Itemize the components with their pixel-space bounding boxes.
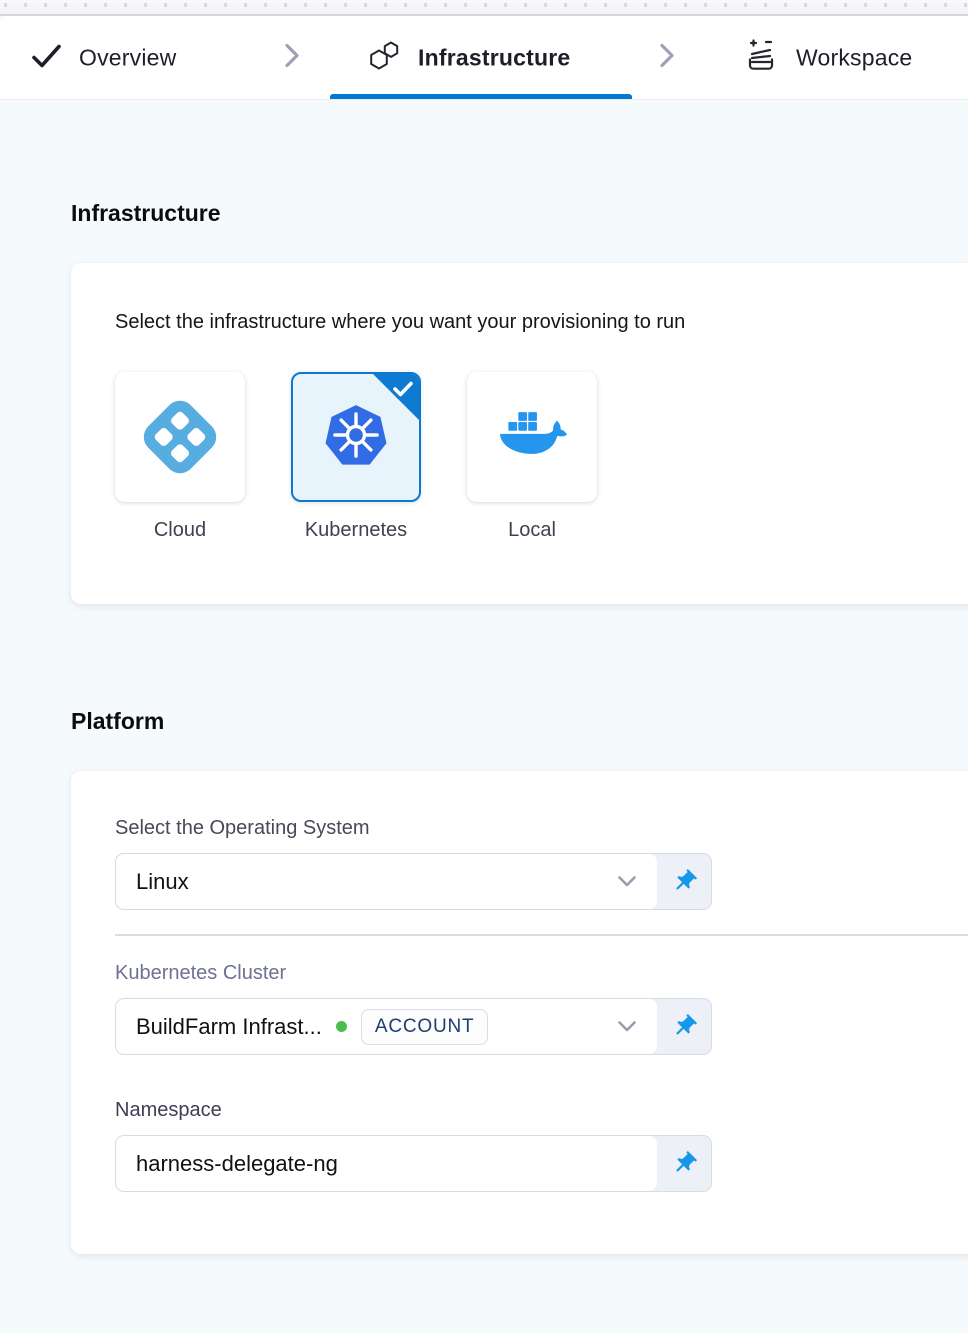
tab-overview-label: Overview <box>79 44 176 71</box>
tab-workspace[interactable]: Workspace <box>742 36 912 79</box>
harness-cloud-icon <box>138 395 223 480</box>
os-select[interactable]: Linux <box>116 854 657 909</box>
tab-infrastructure-label: Infrastructure <box>418 44 570 71</box>
active-tab-underline <box>330 94 632 99</box>
section-divider <box>115 934 968 936</box>
tile-col-kubernetes: Kubernetes <box>291 372 421 542</box>
docker-icon <box>493 407 571 468</box>
infrastructure-card: Select the infrastructure where you want… <box>71 263 968 604</box>
chevron-right-icon <box>656 37 678 78</box>
os-pin-button[interactable] <box>657 854 711 909</box>
tab-infrastructure[interactable]: Infrastructure <box>366 37 570 78</box>
tile-kubernetes-label: Kubernetes <box>305 519 407 542</box>
namespace-field-label: Namespace <box>115 1099 967 1122</box>
stepper-tabbar: Overview Infrastructure <box>0 16 968 100</box>
cluster-field-label: Kubernetes Cluster <box>115 962 967 985</box>
tile-kubernetes[interactable] <box>291 372 421 502</box>
stack-icon <box>742 36 780 79</box>
cluster-pin-button[interactable] <box>657 999 711 1054</box>
check-icon <box>29 38 63 77</box>
hexagons-icon <box>366 37 402 78</box>
namespace-input[interactable] <box>136 1151 637 1177</box>
connector-status-dot <box>336 1021 347 1032</box>
tile-local[interactable] <box>467 372 597 502</box>
os-select-control: Linux <box>115 853 712 910</box>
tile-cloud-label: Cloud <box>154 519 206 542</box>
tile-cloud[interactable] <box>115 372 245 502</box>
chevron-down-icon[interactable] <box>617 875 637 888</box>
tile-col-local: Local <box>467 372 597 542</box>
namespace-input-control <box>115 1135 712 1192</box>
cluster-select-value: BuildFarm Infrast... <box>136 1014 322 1040</box>
platform-heading: Platform <box>71 708 968 735</box>
chevron-right-icon <box>281 37 303 78</box>
tile-col-cloud: Cloud <box>115 372 245 542</box>
os-field-label: Select the Operating System <box>115 817 967 840</box>
scope-badge: ACCOUNT <box>361 1009 489 1045</box>
selected-check-icon <box>393 381 413 402</box>
canvas-dots <box>4 3 968 7</box>
infrastructure-tiles: Cloud <box>115 372 967 542</box>
os-select-value: Linux <box>136 869 189 895</box>
tile-local-label: Local <box>508 519 556 542</box>
infrastructure-heading: Infrastructure <box>71 200 968 227</box>
tab-overview[interactable]: Overview <box>29 38 176 77</box>
platform-card: Select the Operating System Linux Kubern… <box>71 771 968 1254</box>
infrastructure-prompt: Select the infrastructure where you want… <box>115 311 967 334</box>
cluster-select[interactable]: BuildFarm Infrast... ACCOUNT <box>116 999 657 1054</box>
tab-workspace-label: Workspace <box>796 44 912 71</box>
chevron-down-icon[interactable] <box>617 1020 637 1033</box>
cluster-select-control: BuildFarm Infrast... ACCOUNT <box>115 998 712 1055</box>
namespace-pin-button[interactable] <box>657 1136 711 1191</box>
canvas-strip <box>0 3 968 16</box>
